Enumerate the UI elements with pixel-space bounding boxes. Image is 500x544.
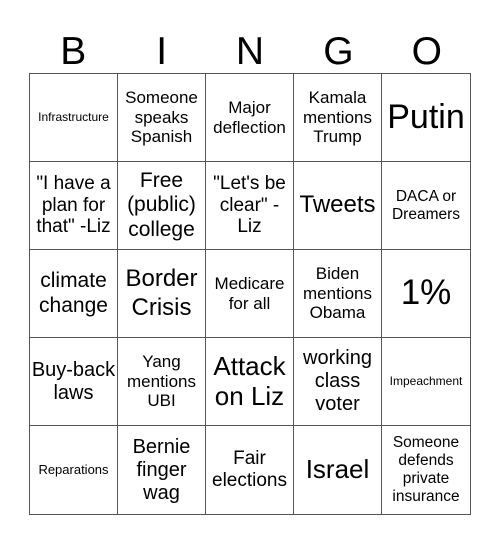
header-letter-n: N xyxy=(235,30,265,73)
bingo-cell[interactable]: 1% xyxy=(382,250,470,338)
header-letter-i: I xyxy=(156,30,168,73)
bingo-cell[interactable]: Attack on Liz xyxy=(206,338,294,426)
bingo-cell[interactable]: Infrastructure xyxy=(30,74,118,162)
bingo-cell[interactable]: Free (public) college xyxy=(118,162,206,250)
bingo-cell[interactable]: Border Crisis xyxy=(118,250,206,338)
bingo-cell[interactable]: "I have a plan for that" -Liz xyxy=(30,162,118,250)
header-letter-o: O xyxy=(411,30,442,73)
bingo-cell[interactable]: working class voter xyxy=(294,338,382,426)
bingo-cell[interactable]: "Let's be clear" - Liz xyxy=(206,162,294,250)
header-letter-g: G xyxy=(323,30,354,73)
bingo-cell[interactable]: Biden mentions Obama xyxy=(294,250,382,338)
bingo-cell[interactable]: Medicare for all xyxy=(206,250,294,338)
bingo-card-grid: Infrastructure Someone speaks Spanish Ma… xyxy=(29,73,471,515)
bingo-cell[interactable]: Impeachment xyxy=(382,338,470,426)
bingo-cell[interactable]: Someone defends private insurance xyxy=(382,426,470,514)
bingo-cell[interactable]: Fair elections xyxy=(206,426,294,514)
bingo-cell[interactable]: Putin xyxy=(382,74,470,162)
bingo-cell[interactable]: Reparations xyxy=(30,426,118,514)
header-letter-b: B xyxy=(60,30,87,73)
bingo-cell[interactable]: Israel xyxy=(294,426,382,514)
bingo-cell[interactable]: Buy-back laws xyxy=(30,338,118,426)
bingo-cell[interactable]: Kamala mentions Trump xyxy=(294,74,382,162)
bingo-cell[interactable]: Someone speaks Spanish xyxy=(118,74,206,162)
bingo-cell[interactable]: DACA or Dreamers xyxy=(382,162,470,250)
bingo-header: B I N G O xyxy=(29,30,471,74)
bingo-cell[interactable]: climate change xyxy=(30,250,118,338)
bingo-cell[interactable]: Bernie finger wag xyxy=(118,426,206,514)
bingo-cell[interactable]: Tweets xyxy=(294,162,382,250)
bingo-cell[interactable]: Yang mentions UBI xyxy=(118,338,206,426)
bingo-cell[interactable]: Major deflection xyxy=(206,74,294,162)
